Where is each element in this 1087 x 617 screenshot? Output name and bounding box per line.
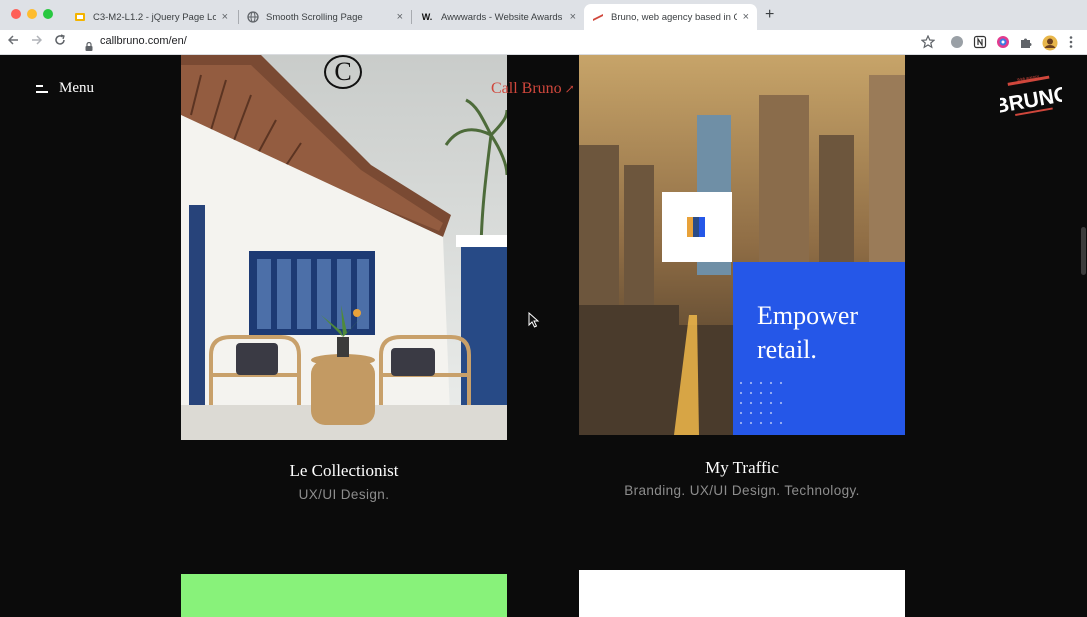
forward-arrow-icon[interactable] xyxy=(31,34,43,50)
extensions-puzzle-icon[interactable] xyxy=(1019,35,1033,50)
window-minimize-button[interactable] xyxy=(27,9,37,19)
bruno-icon xyxy=(592,11,604,23)
new-tab-button[interactable]: + xyxy=(765,7,774,23)
project-image-next-green[interactable] xyxy=(181,574,507,617)
slides-icon xyxy=(74,11,86,23)
page-content: Empower retail. Menu C Call Bruno ↗ BRUNO… xyxy=(0,55,1087,617)
profile-avatar-icon[interactable] xyxy=(1042,35,1058,51)
page-scrollbar[interactable] xyxy=(1081,227,1086,275)
menu-icon xyxy=(36,84,48,93)
tab-bruno-active[interactable]: Bruno, web agency based in C × xyxy=(584,4,757,30)
project-subtitle-my-traffic: Branding. UX/UI Design. Technology. xyxy=(624,483,860,498)
extension-gray-icon[interactable] xyxy=(950,35,964,50)
awwwards-icon: W. xyxy=(421,12,433,22)
project-subtitle-le-collectionist: UX/UI Design. xyxy=(298,487,390,502)
call-bruno-link[interactable]: Call Bruno ↗ xyxy=(491,80,575,98)
tab-close-icon[interactable]: × xyxy=(397,11,403,23)
project-image-le-collectionist[interactable] xyxy=(181,55,507,440)
city-skyline-illustration xyxy=(579,55,905,435)
mouse-cursor-icon xyxy=(528,311,540,328)
bruno-logo[interactable]: BRUNO Web agency xyxy=(992,73,1072,118)
tab-smooth-scrolling[interactable]: Smooth Scrolling Page × xyxy=(239,4,411,30)
lock-icon[interactable] xyxy=(85,38,93,51)
browser-toolbar: callbruno.com/en/ xyxy=(0,30,1087,55)
globe-icon xyxy=(247,11,259,23)
menu-button[interactable]: Menu xyxy=(36,80,94,97)
project-image-next-white[interactable] xyxy=(579,570,905,617)
tab-label: Bruno, web agency based in C xyxy=(611,11,737,23)
reload-icon[interactable] xyxy=(54,34,66,50)
call-bruno-label: Call Bruno xyxy=(491,80,562,97)
tab-label: Smooth Scrolling Page xyxy=(266,11,363,23)
tab-label: C3-M2-L1.2 - jQuery Page Lo xyxy=(93,11,216,23)
c-logo-icon[interactable]: C xyxy=(324,55,362,89)
tab-awwwards[interactable]: W. Awwwards - Website Awards - × xyxy=(412,4,584,30)
arrow-up-right-icon: ↗ xyxy=(564,82,575,96)
extension-color-icon[interactable] xyxy=(996,35,1010,50)
tab-close-icon[interactable]: × xyxy=(570,11,576,23)
bookmark-star-icon[interactable] xyxy=(920,34,936,50)
back-arrow-icon[interactable] xyxy=(7,34,19,50)
window-close-button[interactable] xyxy=(11,9,21,19)
browser-menu-kebab-icon[interactable] xyxy=(1069,35,1073,50)
project-title-my-traffic[interactable]: My Traffic xyxy=(579,458,905,478)
tab-jquery-page[interactable]: C3-M2-L1.2 - jQuery Page Lo × xyxy=(66,4,236,30)
window-zoom-button[interactable] xyxy=(43,9,53,19)
empower-retail-text: Empower retail. xyxy=(757,301,859,364)
tab-close-icon[interactable]: × xyxy=(743,11,749,23)
project-image-my-traffic[interactable]: Empower retail. xyxy=(579,55,905,435)
tab-close-icon[interactable]: × xyxy=(222,11,228,23)
house-patio-illustration xyxy=(181,55,507,440)
tab-label: Awwwards - Website Awards - xyxy=(441,11,564,23)
browser-tab-bar: C3-M2-L1.2 - jQuery Page Lo × Smooth Scr… xyxy=(0,0,1087,30)
project-title-le-collectionist[interactable]: Le Collectionist xyxy=(181,461,507,481)
address-bar[interactable]: callbruno.com/en/ xyxy=(100,35,187,47)
extension-notion-icon[interactable] xyxy=(973,35,987,50)
menu-label: Menu xyxy=(59,80,94,96)
